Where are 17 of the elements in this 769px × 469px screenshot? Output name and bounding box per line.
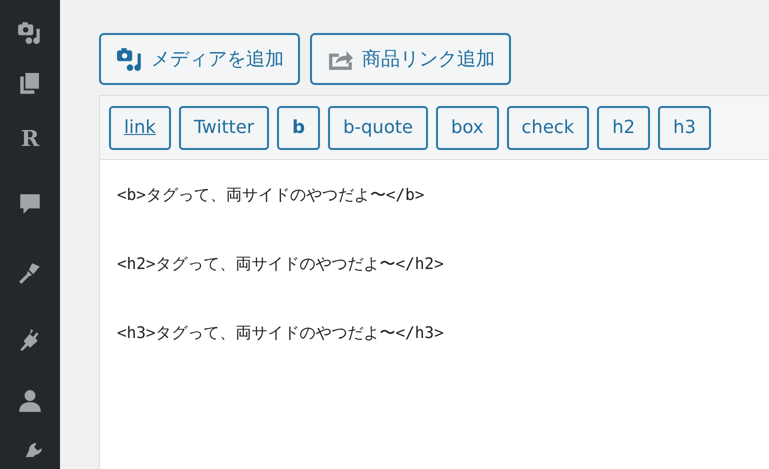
editor-text-line: <b>タグって、両サイドのやつだよ〜</b> bbox=[117, 184, 426, 206]
quicktag-button[interactable]: h2 bbox=[597, 106, 650, 150]
text-editor[interactable]: link Twitter b b-quote box check h2 h3 <b>タグって、両サイドのやつだよ〜</b> <h2>タグって、両サイドのやつだよ〜</h2> <h3>タグって、両サイドのやつだよ〜</h3> bbox=[99, 95, 769, 469]
plugin-letter-icon[interactable]: R bbox=[20, 126, 40, 152]
quicktag-button[interactable]: link bbox=[109, 106, 171, 150]
add-product-link-button[interactable]: 商品リンク追加 bbox=[310, 33, 511, 85]
add-media-button[interactable]: メディアを追加 bbox=[99, 33, 300, 85]
editor-text-line: <h3>タグって、両サイドのやつだよ〜</h3> bbox=[117, 322, 445, 344]
quicktag-button[interactable]: check bbox=[506, 106, 590, 150]
quicktag-button[interactable]: b bbox=[277, 106, 320, 150]
quicktag-button[interactable]: h3 bbox=[658, 106, 711, 150]
quicktag-button[interactable]: Twitter bbox=[178, 106, 270, 150]
quicktag-button[interactable]: b-quote bbox=[328, 106, 428, 150]
quicktag-button[interactable]: box bbox=[436, 106, 499, 150]
editor-text-line: <h2>タグって、両サイドのやつだよ〜</h2> bbox=[117, 253, 445, 275]
user-icon[interactable] bbox=[17, 388, 43, 414]
camera-music-icon bbox=[117, 47, 143, 71]
